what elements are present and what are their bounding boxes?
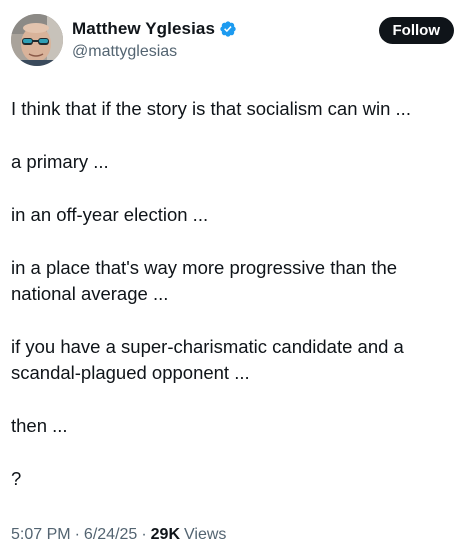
tweet-meta: 5:07 PM · 6/24/25 · 29K Views — [11, 526, 226, 544]
meta-separator: · — [74, 526, 80, 543]
tweet-paragraph: I think that if the story is that social… — [11, 98, 411, 119]
follow-button[interactable]: Follow — [378, 17, 454, 44]
tweet-text: I think that if the story is that social… — [11, 96, 463, 492]
meta-separator: · — [141, 526, 147, 543]
verified-badge-icon[interactable] — [219, 20, 237, 38]
author-display-name[interactable]: Matthew Yglesias — [72, 19, 215, 39]
views-label: Views — [184, 526, 227, 543]
tweet-paragraph: if you have a super-charismatic candidat… — [11, 336, 404, 383]
tweet-time[interactable]: 5:07 PM — [11, 526, 71, 544]
tweet-date[interactable]: 6/24/25 — [84, 526, 137, 544]
tweet-card: Matthew Yglesias @mattyglesias Follow I … — [0, 0, 474, 550]
author-handle[interactable]: @mattyglesias — [72, 43, 237, 61]
tweet-paragraph: ? — [11, 468, 22, 489]
author-avatar[interactable] — [11, 14, 63, 66]
name-row: Matthew Yglesias — [72, 17, 237, 41]
views-count[interactable]: 29K — [151, 526, 180, 544]
tweet-header: Matthew Yglesias @mattyglesias Follow — [11, 14, 463, 68]
tweet-paragraph: then ... — [11, 415, 68, 436]
tweet-paragraph: a primary ... — [11, 151, 109, 172]
tweet-paragraph: in an off-year election ... — [11, 204, 209, 225]
avatar-image — [11, 14, 63, 66]
tweet-paragraph: in a place that's way more progressive t… — [11, 257, 398, 304]
author-info: Matthew Yglesias @mattyglesias — [72, 17, 237, 61]
